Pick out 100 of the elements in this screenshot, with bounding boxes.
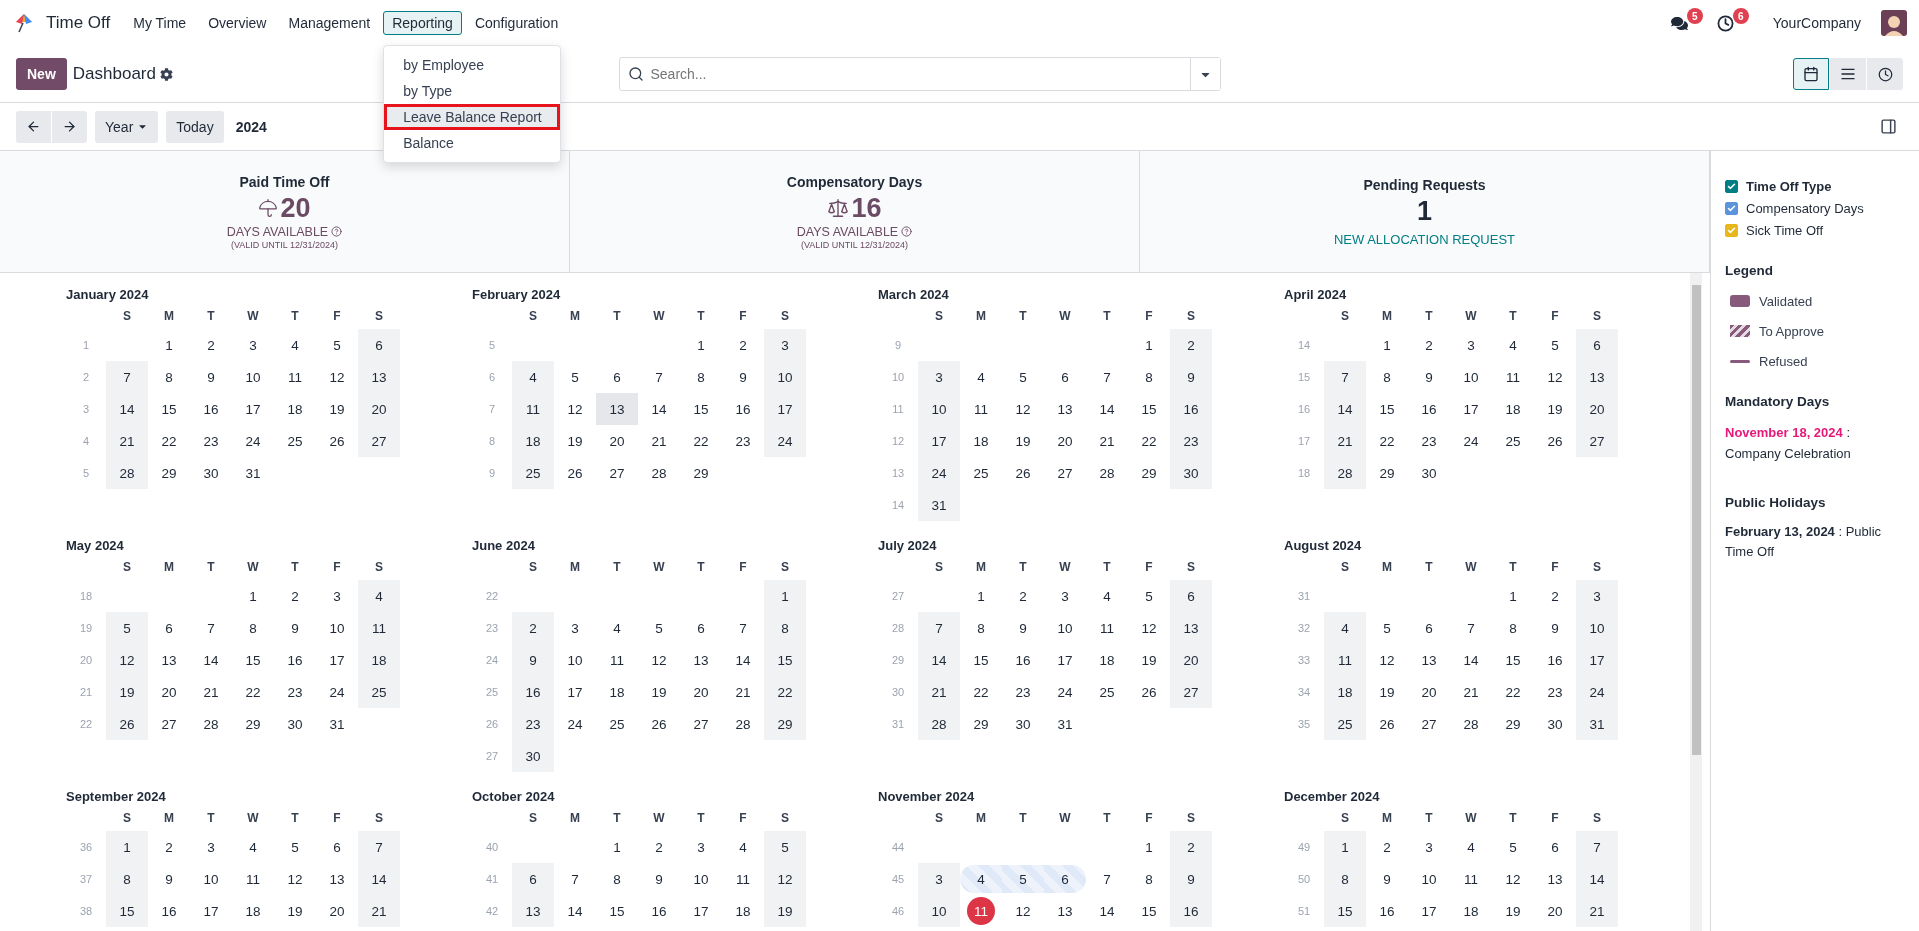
- calendar-day[interactable]: 16: [512, 676, 554, 708]
- calendar-day[interactable]: 2: [722, 329, 764, 361]
- calendar-day[interactable]: 3: [316, 580, 358, 612]
- calendar-day[interactable]: 20: [1576, 393, 1618, 425]
- calendar-day[interactable]: 6: [1170, 580, 1212, 612]
- checkbox[interactable]: [1725, 179, 1738, 193]
- calendar-day[interactable]: 18: [1324, 676, 1366, 708]
- calendar-day[interactable]: 31: [1044, 708, 1086, 740]
- calendar-day[interactable]: 17: [554, 676, 596, 708]
- calendar-day[interactable]: 9: [190, 361, 232, 393]
- calendar-day[interactable]: 24: [316, 676, 358, 708]
- calendar-day[interactable]: 1: [960, 580, 1002, 612]
- calendar-day[interactable]: 27: [148, 708, 190, 740]
- calendar-day[interactable]: 9: [1170, 361, 1212, 393]
- calendar-day[interactable]: 1: [1128, 831, 1170, 863]
- calendar-day[interactable]: 27: [1576, 425, 1618, 457]
- calendar-day[interactable]: 20: [1170, 644, 1212, 676]
- filter-label[interactable]: Sick Time Off: [1725, 219, 1909, 241]
- calendar-day[interactable]: 24: [554, 708, 596, 740]
- checkbox[interactable]: [1725, 223, 1738, 237]
- calendar-day[interactable]: 7: [190, 612, 232, 644]
- calendar-day[interactable]: 14: [1324, 393, 1366, 425]
- menu-item[interactable]: Configuration: [465, 11, 568, 35]
- calendar-day[interactable]: 28: [1450, 708, 1492, 740]
- today-button[interactable]: Today: [166, 110, 224, 143]
- company-name[interactable]: YourCompany: [1772, 15, 1861, 31]
- calendar-day[interactable]: 1: [1366, 329, 1408, 361]
- calendar-day[interactable]: 23: [512, 708, 554, 740]
- calendar-day[interactable]: 17: [232, 393, 274, 425]
- calendar-day[interactable]: 5: [554, 361, 596, 393]
- calendar-day[interactable]: 1: [148, 329, 190, 361]
- calendar-day[interactable]: 13: [1534, 863, 1576, 895]
- next-button[interactable]: [52, 110, 87, 143]
- calendar-day[interactable]: 12: [316, 361, 358, 393]
- calendar-day[interactable]: 12: [1002, 393, 1044, 425]
- holiday-day[interactable]: 13: [596, 393, 638, 425]
- calendar-day[interactable]: 27: [596, 457, 638, 489]
- calendar-day[interactable]: 13: [1044, 895, 1086, 927]
- calendar-day[interactable]: 13: [1044, 393, 1086, 425]
- calendar-day[interactable]: 9: [1534, 612, 1576, 644]
- calendar-day[interactable]: 10: [232, 361, 274, 393]
- calendar-day[interactable]: 13: [358, 361, 400, 393]
- calendar-day[interactable]: 14: [918, 644, 960, 676]
- calendar-day[interactable]: 5: [316, 329, 358, 361]
- calendar-day[interactable]: 17: [918, 425, 960, 457]
- calendar-day[interactable]: 8: [596, 863, 638, 895]
- calendar-day[interactable]: 11: [1086, 612, 1128, 644]
- calendar-day[interactable]: 22: [1492, 676, 1534, 708]
- calendar-day[interactable]: 12: [1366, 644, 1408, 676]
- calendar-day[interactable]: 21: [190, 676, 232, 708]
- calendar-day[interactable]: 14: [358, 863, 400, 895]
- calendar-day[interactable]: 14: [1086, 895, 1128, 927]
- calendar-day[interactable]: 6: [512, 863, 554, 895]
- calendar-day[interactable]: 5: [1534, 329, 1576, 361]
- calendar-day[interactable]: 23: [1170, 425, 1212, 457]
- calendar-day[interactable]: 8: [1492, 612, 1534, 644]
- calendar-day[interactable]: 17: [190, 895, 232, 927]
- calendar-day[interactable]: 7: [1576, 831, 1618, 863]
- calendar-day[interactable]: 15: [1324, 895, 1366, 927]
- calendar-day[interactable]: 11: [512, 393, 554, 425]
- activity-view-button[interactable]: [1867, 58, 1903, 90]
- calendar-day[interactable]: 27: [1044, 457, 1086, 489]
- calendar-day[interactable]: 9: [1002, 612, 1044, 644]
- calendar-day[interactable]: 12: [638, 644, 680, 676]
- calendar-day[interactable]: 1: [1492, 580, 1534, 612]
- calendar-day[interactable]: 22: [960, 676, 1002, 708]
- calendar-day[interactable]: 26: [316, 425, 358, 457]
- calendar-day[interactable]: 10: [918, 393, 960, 425]
- calendar-day[interactable]: 28: [1086, 457, 1128, 489]
- calendar-day[interactable]: 8: [106, 863, 148, 895]
- calendar-day[interactable]: 7: [554, 863, 596, 895]
- calendar-day[interactable]: 2: [1534, 580, 1576, 612]
- pending-time-off-day[interactable]: 6: [1044, 865, 1086, 893]
- calendar-day[interactable]: 21: [1576, 895, 1618, 927]
- calendar-day[interactable]: 6: [1044, 361, 1086, 393]
- scale-dropdown[interactable]: Year: [95, 110, 159, 143]
- calendar-day[interactable]: 3: [918, 361, 960, 393]
- dropdown-item[interactable]: by Employee: [384, 52, 561, 78]
- calendar-day[interactable]: 4: [596, 612, 638, 644]
- calendar-day[interactable]: 28: [638, 457, 680, 489]
- calendar-day[interactable]: 27: [358, 425, 400, 457]
- calendar-day[interactable]: 18: [722, 895, 764, 927]
- calendar-day[interactable]: 7: [918, 612, 960, 644]
- calendar-day[interactable]: 22: [1366, 425, 1408, 457]
- calendar-day[interactable]: 3: [918, 863, 960, 895]
- calendar-day[interactable]: 4: [1324, 612, 1366, 644]
- calendar-day[interactable]: 8: [148, 361, 190, 393]
- calendar-day[interactable]: 16: [1534, 644, 1576, 676]
- calendar-day[interactable]: 4: [1086, 580, 1128, 612]
- previous-button[interactable]: [16, 110, 51, 143]
- calendar-day[interactable]: 11: [274, 361, 316, 393]
- calendar-day[interactable]: 2: [1002, 580, 1044, 612]
- calendar-day[interactable]: 3: [764, 329, 806, 361]
- calendar-day[interactable]: 12: [1492, 863, 1534, 895]
- calendar-day[interactable]: 9: [638, 863, 680, 895]
- calendar-day[interactable]: 15: [1128, 895, 1170, 927]
- calendar-day[interactable]: 10: [1044, 612, 1086, 644]
- calendar-day[interactable]: 15: [764, 644, 806, 676]
- calendar-day[interactable]: 11: [960, 393, 1002, 425]
- calendar-day[interactable]: 15: [1128, 393, 1170, 425]
